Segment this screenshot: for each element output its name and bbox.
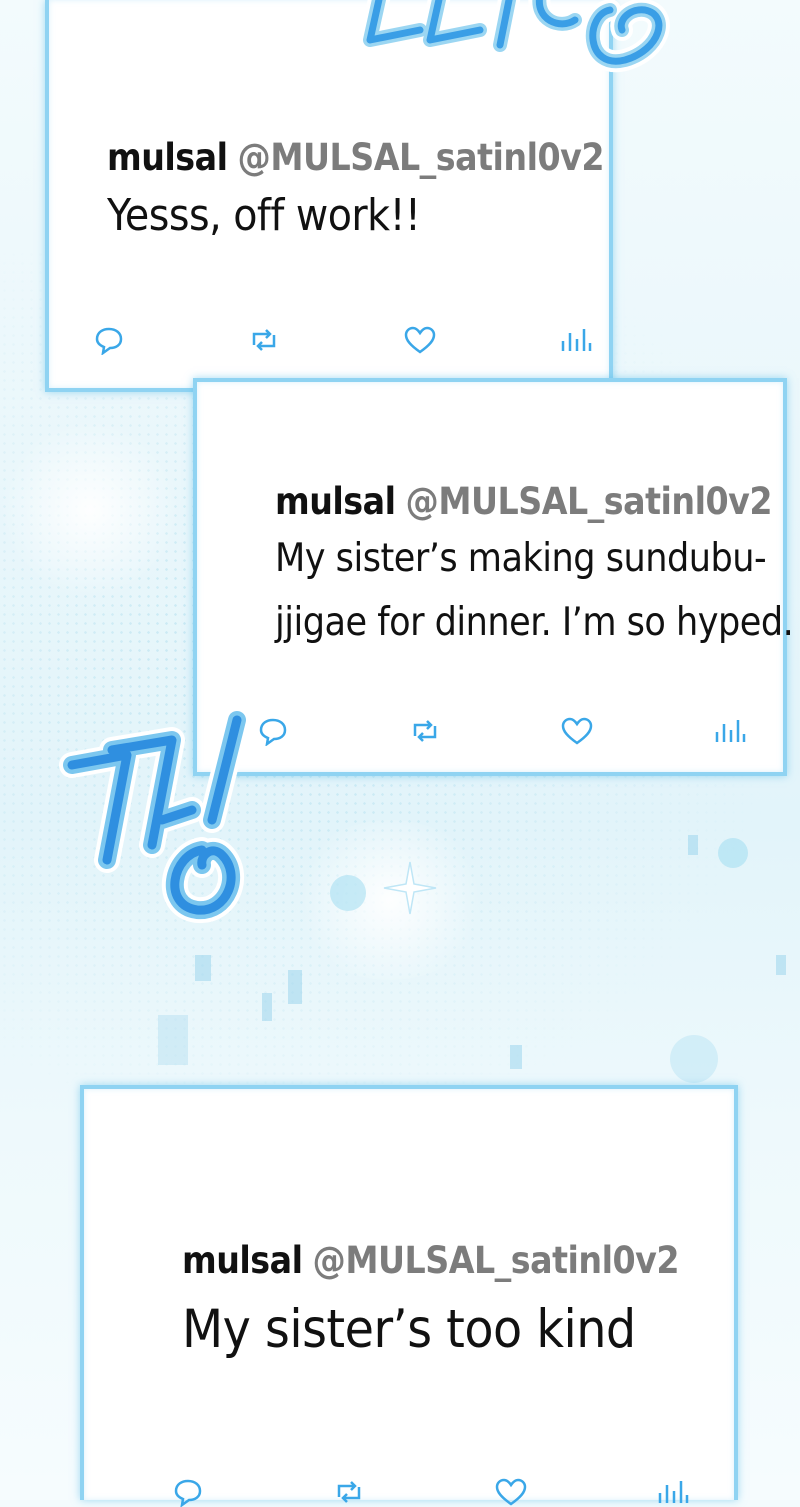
- light-square: [510, 1045, 522, 1069]
- notification-sound-effect-graphic: [59, 707, 250, 924]
- like-icon[interactable]: [402, 325, 438, 355]
- light-square: [776, 955, 786, 975]
- retweet-icon[interactable]: [331, 1477, 367, 1507]
- reply-icon[interactable]: [170, 1477, 206, 1507]
- views-icon[interactable]: [654, 1477, 690, 1507]
- author-name: mulsal: [107, 136, 228, 179]
- light-bubble: [330, 875, 366, 911]
- tweet-actions: [91, 325, 593, 355]
- tweet-card: mulsal @MULSAL_satinl0v2 My sister’s mak…: [193, 378, 794, 776]
- tweet-author: mulsal @MULSAL_satinl0v2: [107, 136, 605, 179]
- reply-icon[interactable]: [91, 325, 127, 355]
- tweet-text: My sister’s too kind: [182, 1299, 636, 1360]
- tweet-text-line-2: jjigae for dinner. I’m so hyped.: [275, 600, 794, 645]
- light-square: [158, 1015, 188, 1065]
- author-handle: @MULSAL_satinl0v2: [405, 480, 773, 523]
- light-square: [688, 835, 698, 855]
- tweet-text-line-1: My sister’s making sundubu-: [275, 536, 767, 581]
- retweet-icon[interactable]: [246, 325, 282, 355]
- light-square: [262, 993, 272, 1021]
- tweet-actions: [255, 716, 747, 746]
- light-square: [195, 955, 211, 981]
- notification-sound-effect-graphic: [360, 0, 670, 73]
- author-name: mulsal: [182, 1239, 303, 1282]
- views-icon[interactable]: [711, 716, 747, 746]
- author-handle: @MULSAL_satinl0v2: [312, 1239, 680, 1282]
- light-bubble: [718, 838, 748, 868]
- author-name: mulsal: [275, 480, 396, 523]
- like-icon[interactable]: [493, 1477, 529, 1507]
- tweet-card: mulsal @MULSAL_satinl0v2 My sister’s too…: [80, 1085, 738, 1507]
- views-icon[interactable]: [557, 325, 593, 355]
- tweet-actions: [170, 1477, 690, 1507]
- tweet-text: Yesss, off work!!: [107, 190, 421, 241]
- tweet-author: mulsal @MULSAL_satinl0v2: [275, 480, 773, 523]
- sparkle-icon: [383, 861, 437, 915]
- light-bubble: [670, 1035, 718, 1083]
- light-glow: [0, 420, 180, 600]
- author-handle: @MULSAL_satinl0v2: [237, 136, 605, 179]
- light-square: [288, 970, 302, 1004]
- tweet-author: mulsal @MULSAL_satinl0v2: [182, 1239, 680, 1282]
- like-icon[interactable]: [559, 716, 595, 746]
- retweet-icon[interactable]: [407, 716, 443, 746]
